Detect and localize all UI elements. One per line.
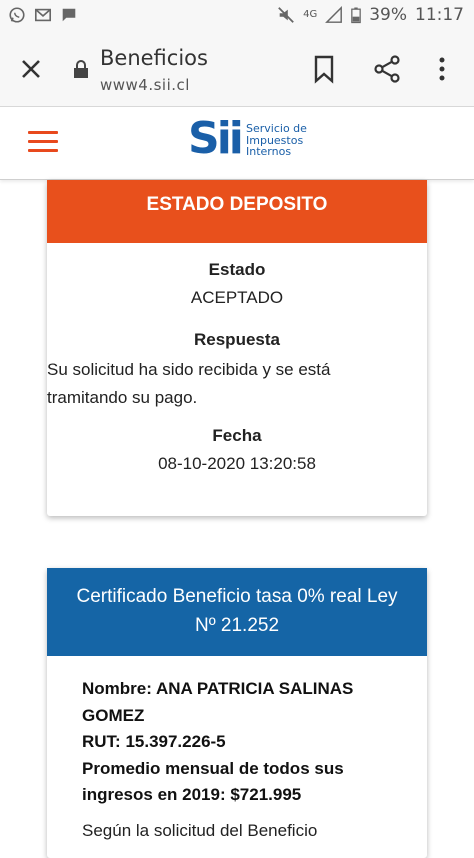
battery-percent: 39% [369, 5, 407, 25]
certificado-title-line1: Certificado Beneficio tasa 0% real Ley [76, 586, 398, 607]
share-icon[interactable] [372, 54, 402, 84]
fecha-label: Fecha [212, 426, 262, 445]
gmail-icon [34, 8, 52, 22]
estado-deposito-card: ESTADO DEPOSITO Estado ACEPTADO Respuest… [47, 180, 427, 516]
nombre-field: Nombre: ANA PATRICIA SALINAS GOMEZ [82, 679, 354, 725]
more-vert-icon[interactable] [432, 54, 452, 84]
estado-label: Estado [208, 260, 266, 279]
hamburger-menu-icon[interactable] [28, 131, 58, 153]
beneficiary-details: Nombre: ANA PATRICIA SALINAS GOMEZ RUT: … [82, 676, 402, 809]
sii-logo[interactable]: Sii Servicio de Impuestos Internos [188, 115, 318, 169]
lock-icon [74, 60, 88, 78]
signal-icon [325, 6, 343, 23]
card-header: ESTADO DEPOSITO [47, 180, 427, 243]
browser-toolbar: Beneficios www4.sii.cl [0, 34, 474, 107]
clock: 11:17 [415, 5, 464, 25]
respuesta-value: Su solicitud ha sido recibida y se está … [47, 360, 331, 407]
estado-value: ACEPTADO [190, 288, 284, 307]
page-title[interactable]: Beneficios [100, 46, 208, 70]
card-header: Certificado Beneficio tasa 0% real Ley N… [47, 568, 427, 656]
fecha-value: 08-10-2020 13:20:58 [158, 454, 316, 473]
respuesta-label: Respuesta [194, 330, 280, 349]
mute-icon [278, 7, 294, 23]
network-type: 4G [303, 9, 318, 20]
status-bar: 4G 39% 11:17 [0, 0, 474, 34]
bookmark-icon[interactable] [312, 54, 336, 84]
certificado-card: Certificado Beneficio tasa 0% real Ley N… [47, 568, 427, 858]
logo-mark: Sii [188, 113, 244, 164]
whatsapp-icon [9, 7, 25, 23]
system-status: 4G 39% 11:17 [277, 5, 464, 25]
promedio-field: Promedio mensual de todos sus ingresos e… [82, 758, 344, 805]
notification-icons [8, 6, 78, 24]
battery-icon [351, 7, 361, 24]
message-icon [62, 8, 76, 22]
certificado-title-line2: Nº 21.252 [194, 615, 280, 636]
close-icon[interactable] [18, 56, 44, 82]
rut-field: RUT: 15.397.226-5 [82, 732, 226, 751]
certificado-text: Según la solicitud del Beneficio [82, 821, 318, 840]
url-display[interactable]: www4.sii.cl [100, 76, 190, 94]
site-header: Sii Servicio de Impuestos Internos [0, 107, 474, 180]
logo-text: Servicio de Impuestos Internos [246, 122, 307, 158]
